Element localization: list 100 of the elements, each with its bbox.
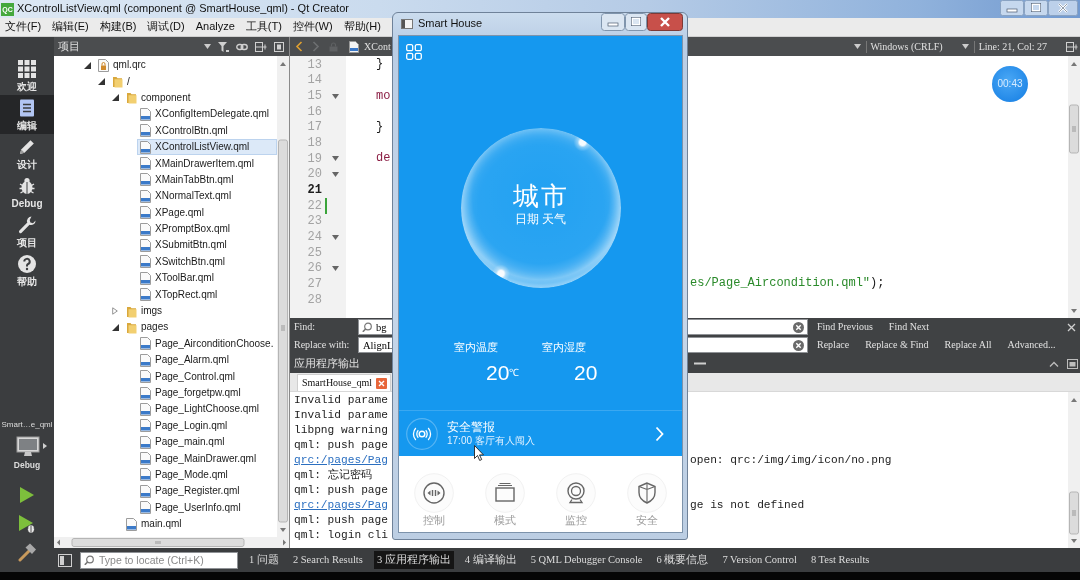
output-pane-button[interactable]: 1 问题 xyxy=(246,550,282,570)
clear-icon[interactable] xyxy=(793,321,804,333)
tree-item[interactable]: qml.qrc xyxy=(95,57,277,74)
mode-button[interactable]: 欢迎 xyxy=(0,56,54,95)
fold-arrow-icon[interactable] xyxy=(331,265,339,271)
tree-item[interactable]: XSwitchBtn.qml xyxy=(137,253,277,270)
locate-field[interactable]: Type to locate (Ctrl+K) xyxy=(80,551,238,569)
caret-right-icon[interactable] xyxy=(42,443,47,450)
maximize-icon[interactable] xyxy=(625,13,647,31)
find-bar-button[interactable]: Replace All xyxy=(944,339,992,351)
output-pane-button[interactable]: 5 QML Debugger Console xyxy=(527,550,646,570)
line-ending-selector[interactable]: Windows (CRLF) xyxy=(865,40,943,53)
filter-icon[interactable] xyxy=(218,41,229,52)
split-icon[interactable] xyxy=(1066,41,1078,52)
fold-arrow-icon[interactable] xyxy=(331,171,339,177)
vertical-scrollbar[interactable] xyxy=(1068,392,1080,548)
tree-item[interactable]: Page_forgetpw.qml xyxy=(137,385,277,401)
kit-project-label[interactable]: Smart…e_qml xyxy=(1,420,53,430)
tree-item[interactable]: pages xyxy=(123,319,277,336)
menu-item[interactable]: 工具(T) xyxy=(245,20,282,34)
mode-button[interactable]: 项目 xyxy=(0,212,54,251)
output-pane-button[interactable]: 8 Test Results xyxy=(807,550,873,570)
find-bar-button[interactable]: Replace xyxy=(817,339,850,351)
debug-run-icon[interactable] xyxy=(18,514,36,534)
hammer-icon[interactable] xyxy=(17,542,37,562)
caret-down-icon[interactable] xyxy=(853,44,861,49)
caret-down-icon[interactable] xyxy=(204,44,211,49)
fold-arrow-icon[interactable] xyxy=(331,93,339,99)
output-tab[interactable]: SmartHouse_qml xyxy=(297,374,391,391)
menu-item[interactable]: Analyze xyxy=(195,20,235,34)
tree-item[interactable]: XMainDrawerItem.qml xyxy=(137,155,277,172)
sidebar-toggle-icon[interactable] xyxy=(58,553,72,567)
triangle-down-icon[interactable] xyxy=(83,61,91,69)
find-bar-button[interactable]: Find Previous xyxy=(817,321,873,333)
tree-item[interactable]: imgs xyxy=(123,303,277,320)
find-bar-button[interactable]: Replace & Find xyxy=(865,339,929,351)
output-pane-button[interactable]: 3 应用程序输出 xyxy=(373,550,454,570)
cursor-position-label[interactable]: Line: 21, Col: 27 xyxy=(973,40,1047,53)
vertical-scrollbar[interactable] xyxy=(1068,56,1080,318)
output-pane-button[interactable]: 4 编译输出 xyxy=(461,550,520,570)
menu-item[interactable]: 构建(B) xyxy=(99,20,137,34)
find-bar-button[interactable]: Find Next xyxy=(888,321,930,333)
menu-item[interactable]: 调试(D) xyxy=(147,20,185,34)
mode-button[interactable]: 帮助 xyxy=(0,251,54,290)
triangle-down-icon[interactable] xyxy=(111,323,119,331)
tree-item[interactable]: Page_Alarm.qml xyxy=(137,352,277,369)
tree-item[interactable]: XMainTabBtn.qml xyxy=(137,171,277,188)
output-link[interactable]: qrc:/pages/Pag xyxy=(294,499,388,512)
tree-item[interactable]: Page_AirconditionChoose. xyxy=(137,335,277,352)
mode-button[interactable]: 编辑 xyxy=(0,95,54,134)
tree-item[interactable]: Page_Register.qml xyxy=(137,483,277,500)
document-selector[interactable]: XCont xyxy=(364,40,391,53)
tree-item[interactable]: XTopRect.qml xyxy=(137,286,277,303)
grid-menu-icon[interactable] xyxy=(406,44,422,60)
caret-down-icon[interactable] xyxy=(961,44,969,49)
panel-icon[interactable] xyxy=(274,41,284,52)
vertical-scrollbar[interactable] xyxy=(277,56,289,537)
tree-item[interactable]: XPage.qml xyxy=(137,204,277,221)
monitor-icon[interactable] xyxy=(15,435,40,457)
tree-item[interactable]: / xyxy=(109,73,277,90)
find-bar-button[interactable]: Advanced... xyxy=(1007,339,1056,351)
tree-item[interactable]: XControlBtn.qml xyxy=(137,122,277,139)
triangle-right-icon[interactable] xyxy=(112,307,118,316)
build-config-label[interactable]: Debug xyxy=(13,459,41,470)
tree-item[interactable]: XConfigItemDelegate.qml xyxy=(137,106,277,123)
split-icon[interactable] xyxy=(255,41,267,52)
tree-item[interactable]: Page_MainDrawer.qml xyxy=(137,450,277,467)
mode-button[interactable]: 设计 xyxy=(0,134,54,173)
tree-item[interactable]: component xyxy=(123,89,277,106)
output-pane-button[interactable]: 6 概要信息 xyxy=(653,550,712,570)
tree-item[interactable]: Page_LightChoose.qml xyxy=(137,401,277,418)
tree-item[interactable]: Page_Mode.qml xyxy=(137,466,277,483)
menu-item[interactable]: 文件(F) xyxy=(5,20,42,34)
tree-item[interactable]: Page_UserInfo.qml xyxy=(137,499,277,516)
tree-item[interactable]: XSubmitBtn.qml xyxy=(137,237,277,254)
menu-item[interactable]: 控件(W) xyxy=(292,20,333,34)
menu-item[interactable]: 编辑(E) xyxy=(52,20,89,34)
tree-item[interactable]: XNormalText.qml xyxy=(137,188,277,205)
close-icon[interactable] xyxy=(647,13,683,31)
triangle-down-icon[interactable] xyxy=(111,94,119,102)
triangle-down-icon[interactable] xyxy=(97,78,105,86)
fold-arrow-icon[interactable] xyxy=(331,234,339,240)
tree-item[interactable]: XControlListView.qml xyxy=(137,139,277,156)
fold-arrow-icon[interactable] xyxy=(331,156,339,162)
output-link[interactable]: qrc:/pages/Pag xyxy=(294,454,388,467)
horizontal-scrollbar[interactable] xyxy=(54,537,289,548)
output-pane-button[interactable]: 2 Search Results xyxy=(289,550,366,570)
tree-item[interactable]: XToolBar.qml xyxy=(137,270,277,287)
tree-item[interactable]: Page_Control.qml xyxy=(137,368,277,385)
clear-icon[interactable] xyxy=(793,339,804,351)
maximize-icon[interactable] xyxy=(1024,0,1048,16)
output-pane-button[interactable]: 7 Version Control xyxy=(719,550,800,570)
chevron-up-icon[interactable] xyxy=(1049,360,1059,367)
tree-item[interactable]: Page_main.qml xyxy=(137,434,277,451)
mode-button[interactable]: Debug xyxy=(0,173,54,212)
tree-item[interactable]: XPromptBox.qml xyxy=(137,221,277,238)
menu-item[interactable]: 帮助(H) xyxy=(343,20,381,34)
tree-item[interactable]: main.qml xyxy=(123,516,277,533)
chevron-left-icon[interactable] xyxy=(295,41,303,52)
link-icon[interactable] xyxy=(236,42,248,51)
